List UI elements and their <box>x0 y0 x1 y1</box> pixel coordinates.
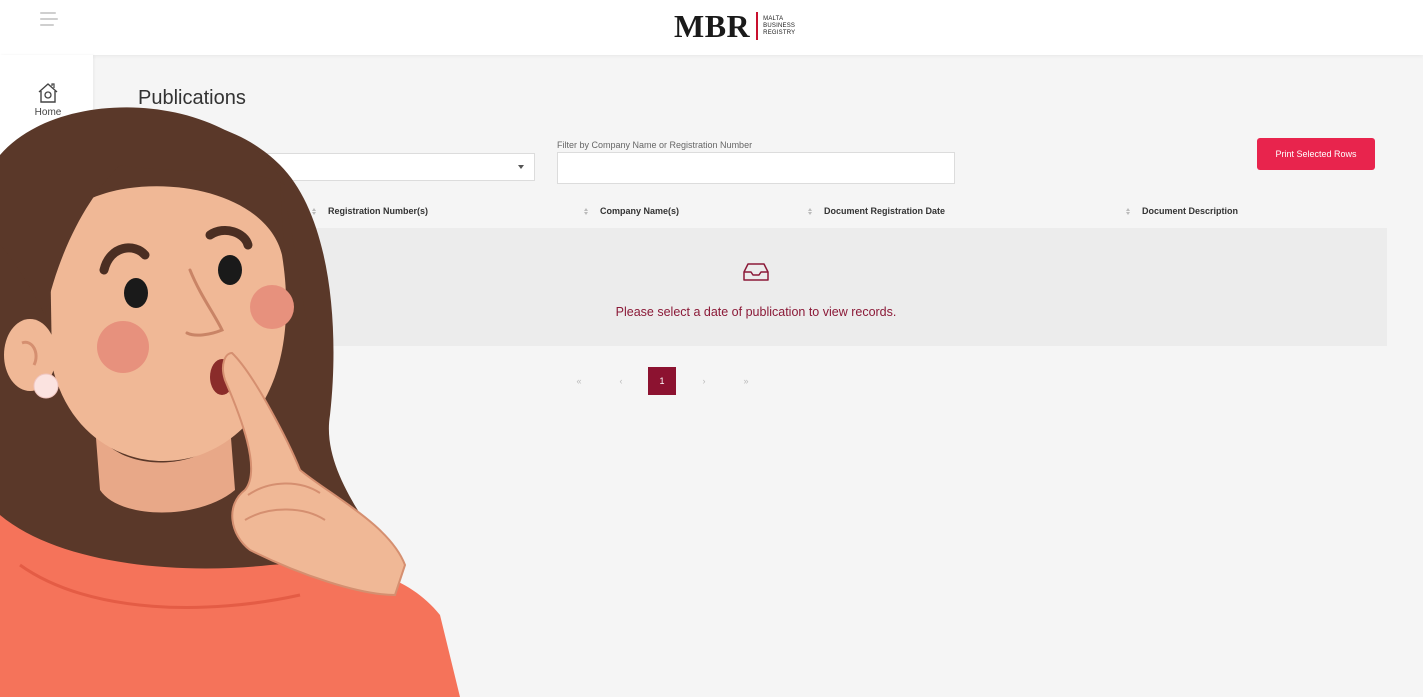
column-label: Document Description <box>1142 206 1239 216</box>
mbr-logo[interactable]: MBR MALTA BUSINESS REGISTRY <box>674 8 795 44</box>
menu-toggle-icon[interactable] <box>40 12 60 26</box>
thinking-woman-illustration <box>0 107 460 697</box>
logo-sub-line: REGISTRY <box>763 29 796 36</box>
logo-sub-line: BUSINESS <box>763 22 796 29</box>
pagination-prev[interactable]: ‹ <box>607 367 635 395</box>
company-filter-input[interactable] <box>557 152 955 184</box>
logo-mark: MBR <box>674 8 751 44</box>
sort-icon <box>584 207 588 215</box>
logo-sub-line: MALTA <box>763 15 784 22</box>
sort-icon <box>1126 207 1130 215</box>
inbox-icon <box>743 263 769 281</box>
column-header-document-description[interactable]: Document Description <box>1126 206 1238 216</box>
pagination-next[interactable]: › <box>690 367 718 395</box>
print-selected-rows-button[interactable]: Print Selected Rows <box>1257 138 1375 170</box>
pagination-first[interactable]: « <box>565 367 593 395</box>
sort-icon <box>808 207 812 215</box>
pagination-current-page[interactable]: 1 <box>648 367 676 395</box>
column-label: Company Name(s) <box>600 206 680 216</box>
logo-divider <box>756 12 759 40</box>
top-bar: MBR MALTA BUSINESS REGISTRY <box>0 0 1423 55</box>
company-filter-label: Filter by Company Name or Registration N… <box>557 140 753 150</box>
column-header-document-registration-date[interactable]: Document Registration Date <box>808 206 945 216</box>
pagination-last[interactable]: » <box>732 367 760 395</box>
column-label: Document Registration Date <box>824 206 946 216</box>
caret-down-icon <box>518 165 524 169</box>
logo-subtitle: MALTA BUSINESS REGISTRY <box>763 16 795 37</box>
column-header-company-name[interactable]: Company Name(s) <box>584 206 679 216</box>
